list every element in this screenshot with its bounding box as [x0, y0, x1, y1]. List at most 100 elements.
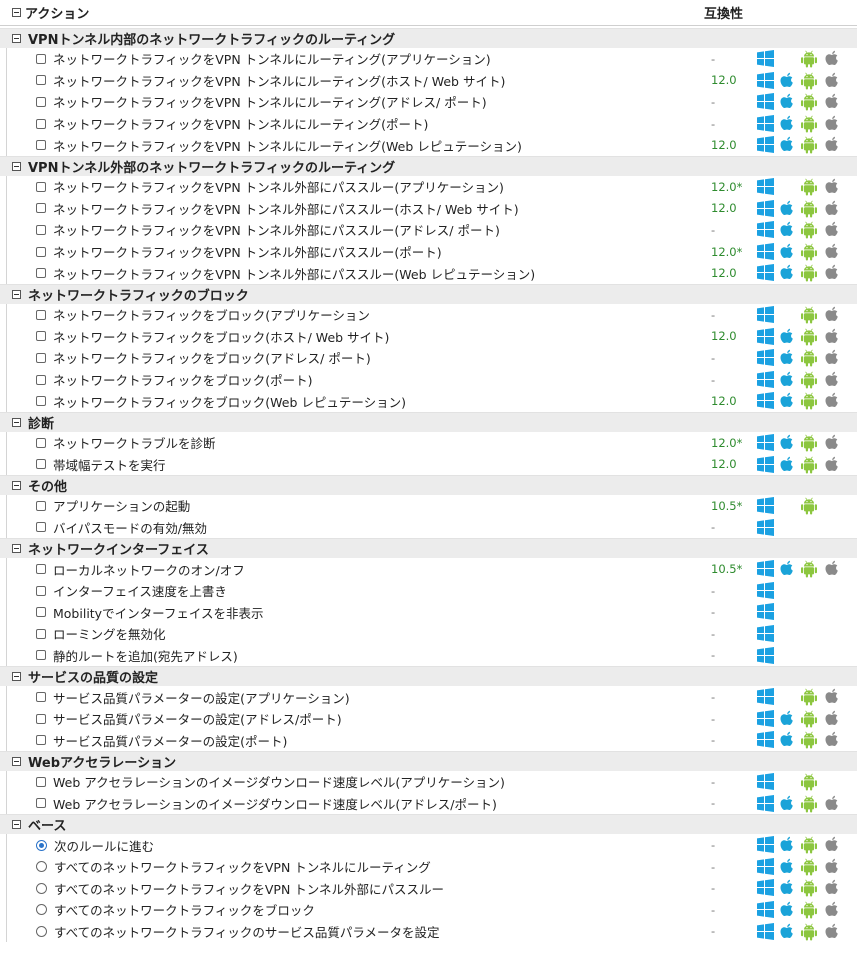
action-checkbox[interactable] [36, 692, 46, 703]
action-checkbox[interactable] [36, 798, 46, 809]
action-row[interactable]: ローカルネットワークのオン/オフ 10.5* [6, 558, 857, 580]
collapse-toggle-icon[interactable] [12, 161, 21, 171]
action-label: ネットワークトラフィックをVPN トンネルにルーティング(アドレス/ ポート) [53, 95, 487, 111]
action-checkbox[interactable] [36, 309, 46, 320]
action-checkbox[interactable] [36, 713, 46, 724]
action-checkbox[interactable] [36, 500, 46, 511]
action-radio[interactable] [36, 882, 47, 894]
action-checkbox[interactable] [36, 118, 46, 129]
action-checkbox[interactable] [36, 650, 46, 661]
section-header[interactable]: Webアクセラレーション [0, 751, 857, 772]
version-label: - [711, 711, 716, 726]
android-icon [801, 178, 817, 199]
section-header[interactable]: ネットワークトラフィックのブロック [0, 283, 857, 304]
action-row[interactable]: すべてのネットワークトラフィックをVPN トンネル外部にパススルー - [6, 877, 857, 899]
action-row[interactable]: すべてのネットワークトラフィックのサービス品質パラメータを設定 - [6, 920, 857, 943]
section-header[interactable]: VPNトンネル内部のネットワークトラフィックのルーティング [0, 28, 857, 48]
action-row[interactable]: ネットワークトラフィックをVPN トンネル外部にパススルー(Web レピュテーシ… [6, 262, 857, 284]
action-checkbox[interactable] [36, 628, 46, 639]
section-title: Webアクセラレーション [28, 756, 177, 772]
action-row[interactable]: ネットワークトラフィックをVPN トンネルにルーティング(ホスト/ Web サイ… [6, 69, 857, 92]
action-row[interactable]: ネットワークトラフィックをVPN トンネル外部にパススルー(アドレス/ ポート)… [6, 219, 857, 241]
collapse-toggle-icon[interactable] [12, 820, 21, 830]
ios-icon [825, 901, 839, 921]
collapse-toggle-icon[interactable] [12, 34, 21, 43]
collapse-toggle-icon[interactable] [12, 544, 21, 554]
action-checkbox[interactable] [36, 585, 46, 596]
action-checkbox[interactable] [36, 140, 46, 151]
action-row[interactable]: Mobilityでインターフェイスを非表示 - [6, 601, 857, 624]
section-header[interactable]: その他 [0, 475, 857, 496]
action-checkbox[interactable] [36, 735, 46, 746]
action-row[interactable]: サービス品質パラメーターの設定(アプリケーション) - [6, 686, 857, 708]
action-row[interactable]: ネットワークトラフィックをVPN トンネルにルーティング(Web レピュテーショ… [6, 134, 857, 156]
action-row[interactable]: ネットワークトラフィックをブロック(Web レピュテーション) 12.0 [6, 390, 857, 412]
action-row[interactable]: Web アクセラレーションのイメージダウンロード速度レベル(アドレス/ポート) - [6, 792, 857, 815]
action-row[interactable]: アプリケーションの起動 10.5* [6, 495, 857, 517]
collapse-toggle-icon[interactable] [12, 672, 21, 682]
collapse-toggle-icon[interactable] [12, 289, 21, 299]
ios-icon [825, 50, 839, 70]
collapse-toggle-icon[interactable] [12, 417, 21, 427]
windows-icon [757, 93, 774, 113]
action-row[interactable]: 静的ルートを追加(宛先アドレス) - [6, 644, 857, 667]
collapse-toggle-icon[interactable] [12, 757, 21, 767]
action-checkbox[interactable] [36, 224, 46, 235]
action-row[interactable]: 帯域幅テストを実行 12.0 [6, 453, 857, 476]
action-label: インターフェイス速度を上書き [53, 584, 227, 600]
section-header[interactable]: ベース [0, 814, 857, 835]
action-checkbox[interactable] [36, 203, 46, 214]
action-checkbox[interactable] [36, 522, 46, 533]
section-header[interactable]: 診断 [0, 411, 857, 432]
version-label: - [711, 307, 716, 322]
action-row[interactable]: ネットワークトラフィックをVPN トンネル外部にパススルー(ホスト/ Web サ… [6, 197, 857, 220]
action-row[interactable]: サービス品質パラメーターの設定(ポート) - [6, 729, 857, 752]
action-checkbox[interactable] [36, 181, 46, 192]
action-row[interactable]: すべてのネットワークトラフィックをVPN トンネルにルーティング - [6, 855, 857, 878]
action-checkbox[interactable] [36, 331, 46, 342]
action-row[interactable]: インターフェイス速度を上書き - [6, 579, 857, 602]
action-checkbox[interactable] [36, 75, 46, 86]
section-header[interactable]: サービスの品質の設定 [0, 666, 857, 687]
action-checkbox[interactable] [36, 96, 46, 107]
action-row[interactable]: ネットワークトラフィックをブロック(ポート) - [6, 368, 857, 391]
action-checkbox[interactable] [36, 374, 46, 385]
action-checkbox[interactable] [36, 268, 46, 279]
action-checkbox[interactable] [36, 776, 46, 787]
action-radio[interactable] [36, 861, 47, 873]
action-radio[interactable] [36, 904, 47, 916]
collapse-toggle-icon[interactable] [12, 481, 21, 491]
action-radio[interactable] [36, 925, 47, 937]
section-header[interactable]: VPNトンネル外部のネットワークトラフィックのルーティング [0, 155, 857, 176]
version-label: - [711, 733, 716, 748]
action-checkbox[interactable] [36, 53, 46, 64]
action-row[interactable]: ネットワークトラフィックをVPN トンネル外部にパススルー(アプリケーション) 1… [6, 175, 857, 199]
action-row[interactable]: ネットワークトラフィックをVPN トンネルにルーティング(ポート) - [6, 112, 857, 135]
action-row[interactable]: 次のルールに進む - [6, 834, 857, 856]
section-header[interactable]: ネットワークインターフェイス [0, 538, 857, 559]
action-row[interactable]: ネットワークトラフィックをブロック(アプリケーション - [6, 303, 857, 326]
action-row[interactable]: Web アクセラレーションのイメージダウンロード速度レベル(アプリケーション) - [6, 771, 857, 793]
action-checkbox[interactable] [36, 459, 46, 470]
version-label: 12.0 [711, 394, 737, 409]
action-row[interactable]: ネットワークトラフィックをVPN トンネルにルーティング(アドレス/ ポート) - [6, 91, 857, 113]
action-checkbox[interactable] [36, 437, 46, 448]
action-row[interactable]: ネットワークトラブルを診断 12.0* [6, 431, 857, 454]
action-checkbox[interactable] [36, 564, 46, 575]
action-checkbox[interactable] [36, 352, 46, 363]
windows-icon [757, 71, 774, 92]
action-row[interactable]: ネットワークトラフィックをブロック(ホスト/ Web サイト) 12.0 [6, 325, 857, 348]
collapse-all-toggle-icon[interactable] [12, 8, 21, 17]
action-row[interactable]: すべてのネットワークトラフィックをブロック - [6, 899, 857, 921]
action-row[interactable]: ネットワークトラフィックをVPN トンネル外部にパススルー(ポート) 12.0* [6, 240, 857, 263]
android-icon [801, 773, 817, 794]
action-radio[interactable] [36, 839, 47, 851]
action-checkbox[interactable] [36, 246, 46, 257]
action-checkbox[interactable] [36, 396, 46, 407]
action-row[interactable]: サービス品質パラメーターの設定(アドレス/ポート) - [6, 707, 857, 730]
action-row[interactable]: ローミングを無効化 - [6, 623, 857, 645]
action-row[interactable]: ネットワークトラフィックをVPN トンネルにルーティング(アプリケーション) - [6, 48, 857, 70]
action-row[interactable]: ネットワークトラフィックをブロック(アドレス/ ポート) - [6, 347, 857, 369]
action-row[interactable]: バイパスモードの有効/無効 - [6, 516, 857, 539]
action-checkbox[interactable] [36, 607, 46, 618]
